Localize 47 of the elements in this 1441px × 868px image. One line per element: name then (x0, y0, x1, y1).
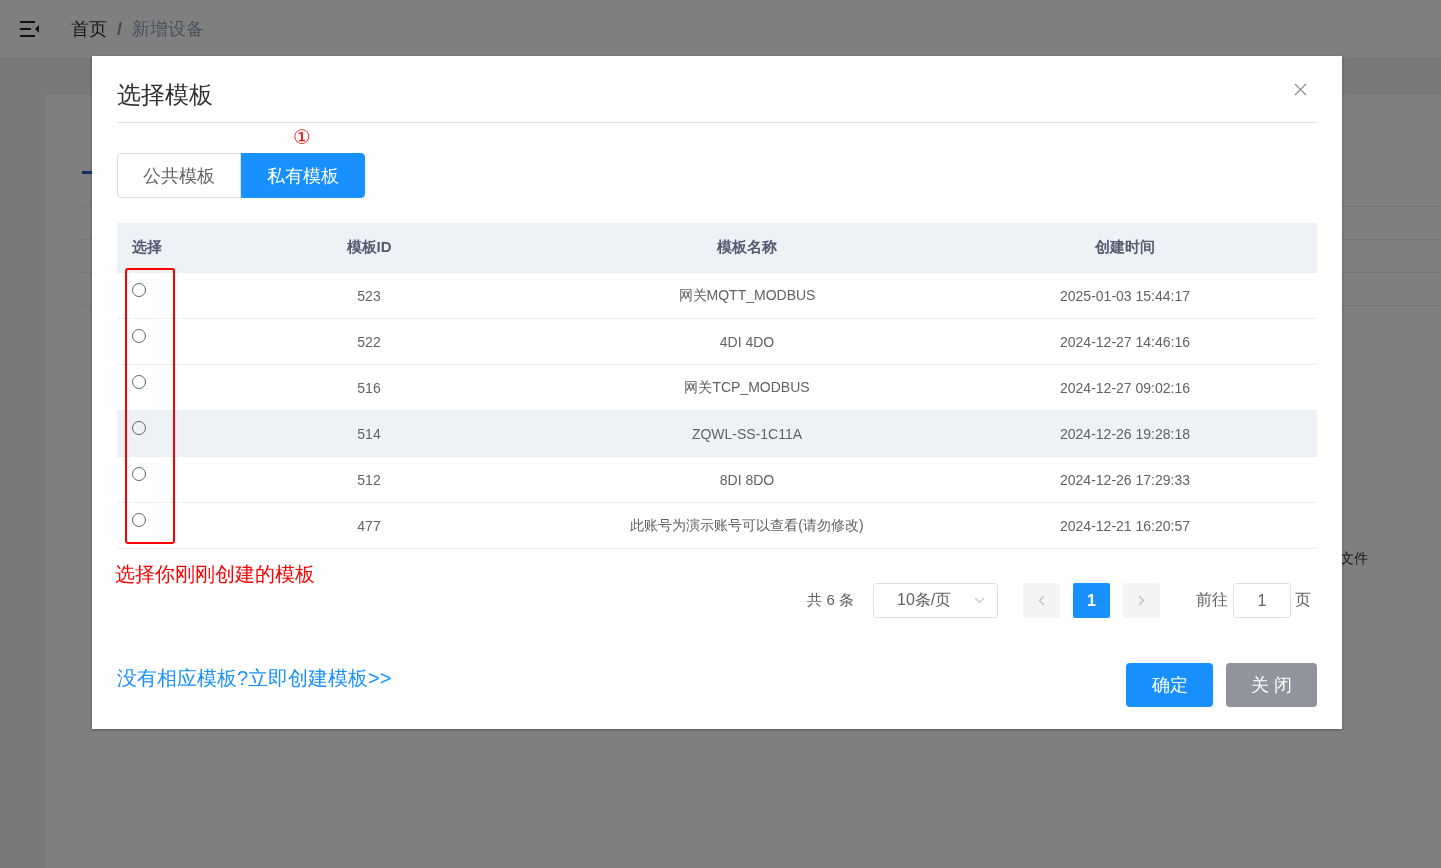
table-cell: 8DI 8DO (719, 471, 775, 488)
close-icon[interactable] (1294, 82, 1307, 96)
column-header: 模板名称 (715, 238, 778, 257)
table-row[interactable]: 477 此账号为演示账号可以查看(请勿修改) 2024-12-21 16:20:57 (117, 503, 1317, 549)
table-cell: 512 (357, 471, 381, 488)
table-row[interactable]: 514 ZQWL-SS-1C11A 2024-12-26 19:28:18 (117, 411, 1317, 457)
table-cell: 2025-01-03 15:44:17 (1060, 287, 1190, 304)
column-header: 创建时间 (1094, 238, 1156, 257)
chevron-right-icon (1138, 595, 1145, 606)
table-cell: 516 (357, 379, 381, 396)
tab[interactable]: 公共模板 (117, 153, 241, 198)
table-cell: ZQWL-SS-1C11A (691, 425, 803, 442)
column-header: 选择 (131, 238, 163, 257)
table-cell: 514 (357, 425, 381, 442)
table-cell: 523 (357, 287, 381, 304)
table-cell: 2024-12-27 14:46:16 (1060, 333, 1190, 350)
table-cell: 2024-12-27 09:02:16 (1060, 379, 1190, 396)
table-cell: 522 (357, 333, 381, 350)
breadcrumb-separator: / (117, 18, 122, 40)
table-cell: 2024-12-26 19:28:18 (1060, 425, 1190, 442)
tab[interactable]: 私有模板 (241, 153, 365, 198)
page-number[interactable]: 1 (1073, 583, 1110, 618)
chevron-down-icon (974, 597, 985, 604)
goto-label: 前往 (1196, 590, 1228, 610)
step-marker: ① (293, 125, 311, 149)
table-cell: 网关TCP_MODBUS (684, 378, 810, 395)
table-row[interactable]: 523 网关MQTT_MODBUS 2025-01-03 15:44:17 (117, 273, 1317, 319)
page-size-select[interactable]: 10条/页 (873, 583, 998, 618)
table-cell: 4DI 4DO (719, 333, 775, 350)
confirm-button[interactable]: 确定 (1126, 663, 1213, 707)
table-row[interactable]: 512 8DI 8DO 2024-12-26 17:29:33 (117, 457, 1317, 503)
table-cell: 网关MQTT_MODBUS (678, 286, 816, 303)
table-cell: 2024-12-26 17:29:33 (1060, 471, 1190, 488)
total-count: 共 6 条 (807, 591, 854, 610)
chevron-left-icon (1038, 595, 1045, 606)
create-template-link[interactable]: 没有相应模板?立即创建模板>> (117, 664, 392, 692)
table-row[interactable]: 522 4DI 4DO 2024-12-27 14:46:16 (117, 319, 1317, 365)
menu-icon[interactable] (20, 21, 40, 37)
dialog-title: 选择模板 (117, 80, 213, 110)
page-suffix: 页 (1295, 590, 1311, 610)
column-header: 模板ID (345, 238, 393, 257)
breadcrumb-item[interactable]: 首页 (71, 17, 107, 41)
table-cell: 2024-12-21 16:20:57 (1060, 517, 1190, 534)
table-cell: 477 (357, 517, 381, 534)
table-cell: 此账号为演示账号可以查看(请勿修改) (630, 516, 864, 533)
page-input[interactable]: 1 (1233, 583, 1291, 618)
annotation-text: 选择你刚刚创建的模板 (115, 562, 315, 587)
